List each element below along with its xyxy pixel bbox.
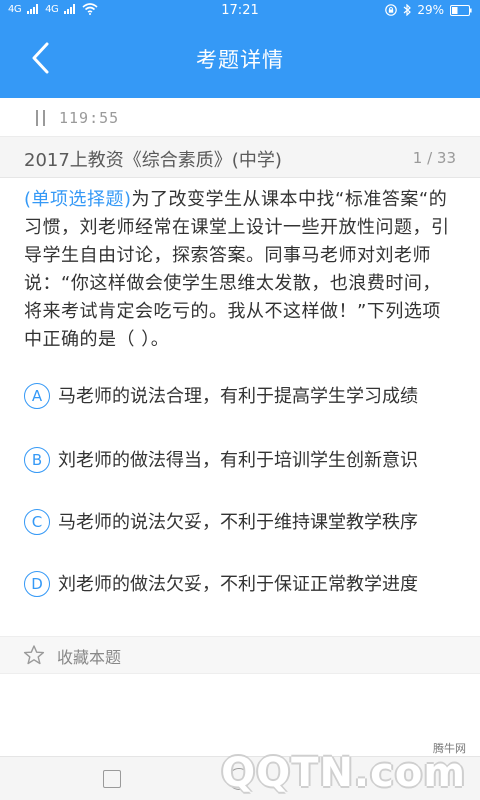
exam-name: 2017上教资《综合素质》(中学): [24, 150, 282, 171]
option-b-marker: B: [24, 447, 50, 473]
status-bar: 4G 4G 17:21 29%: [0, 0, 480, 20]
question-progress: 1 / 33: [412, 149, 456, 167]
battery-percent: 29%: [417, 3, 444, 17]
favorite-button[interactable]: 收藏本题: [0, 636, 480, 674]
option-c-text: 马老师的说法欠妥，不利于维持课堂教学秩序: [58, 512, 418, 533]
exam-header: 2017上教资《综合素质》(中学) 1 / 33: [0, 137, 480, 178]
bluetooth-icon: [403, 4, 412, 16]
watermark-logo-text: QQTN.com: [221, 750, 466, 796]
page-title: 考题详情: [196, 48, 284, 72]
recent-apps-button[interactable]: [103, 770, 121, 788]
question-type: (单项选择题): [24, 189, 132, 210]
screen: 4G 4G 17:21 29% 考题详情 119:55 2017上教资《综合素质…: [0, 0, 480, 800]
battery-icon: [450, 4, 472, 16]
title-bar: 考题详情: [0, 20, 480, 98]
option-a[interactable]: A 马老师的说法合理，有利于提高学生学习成绩: [24, 383, 456, 411]
timer-value: 119:55: [59, 109, 120, 127]
option-b-text: 刘老师的做法得当，有利于培训学生创新意识: [58, 450, 418, 471]
option-a-text: 马老师的说法合理，有利于提高学生学习成绩: [58, 386, 418, 407]
option-a-marker: A: [24, 383, 50, 409]
header: 4G 4G 17:21 29% 考题详情: [0, 0, 480, 98]
timer-bar: 119:55: [0, 100, 480, 137]
question-text: (单项选择题)为了改变学生从课本中找“标准答案“的习惯，刘老师经常在课堂上设计一…: [24, 186, 456, 354]
watermark: 腾牛网 QQTN.com: [221, 738, 474, 796]
option-b[interactable]: B 刘老师的做法得当，有利于培训学生创新意识: [24, 447, 456, 475]
option-d[interactable]: D 刘老师的做法欠妥，不利于保证正常教学进度: [24, 571, 456, 599]
star-outline-icon: [23, 645, 45, 665]
pause-icon[interactable]: [34, 109, 48, 127]
question-body: 为了改变学生从课本中找“标准答案“的习惯，刘老师经常在课堂上设计一些开放性问题，…: [24, 189, 450, 350]
favorite-label: 收藏本题: [57, 648, 122, 667]
option-c-marker: C: [24, 509, 50, 535]
lock-icon: [385, 4, 398, 16]
status-right: 29%: [385, 3, 472, 17]
option-d-marker: D: [24, 571, 50, 597]
option-c[interactable]: C 马老师的说法欠妥，不利于维持课堂教学秩序: [24, 509, 456, 537]
option-d-text: 刘老师的做法欠妥，不利于保证正常教学进度: [58, 574, 418, 595]
